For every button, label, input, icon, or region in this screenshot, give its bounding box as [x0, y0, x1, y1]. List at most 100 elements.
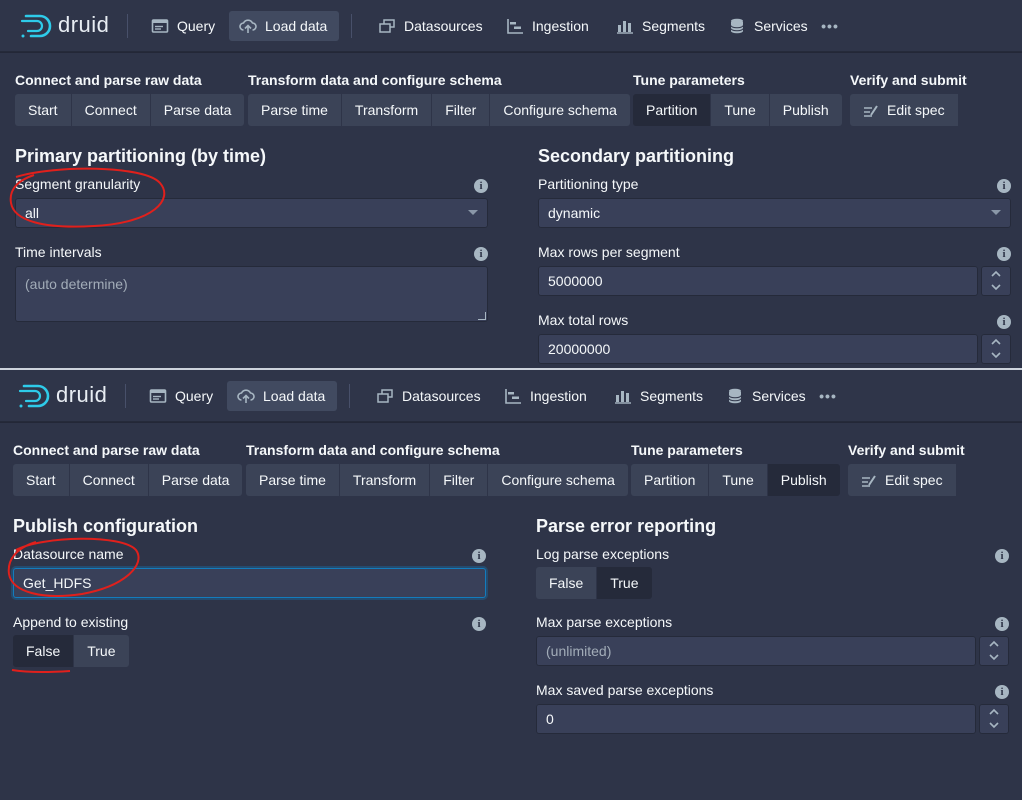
- step-transform[interactable]: Transform: [341, 94, 433, 126]
- nav-datasources[interactable]: Datasources: [368, 11, 493, 41]
- step-edit-spec[interactable]: Edit spec: [848, 464, 956, 496]
- number-stepper[interactable]: [979, 636, 1009, 666]
- step-publish[interactable]: Publish: [767, 464, 840, 496]
- number-stepper[interactable]: [979, 704, 1009, 734]
- step-parse-data[interactable]: Parse data: [148, 464, 243, 496]
- step-filter[interactable]: Filter: [432, 94, 491, 126]
- nav-ingestion-label: Ingestion: [530, 388, 587, 404]
- edit-spec-label: Edit spec: [885, 472, 943, 488]
- time-intervals-textarea[interactable]: (auto determine): [15, 266, 488, 322]
- number-stepper[interactable]: [981, 334, 1011, 364]
- druid-logo-icon: [20, 14, 52, 38]
- append-false-button[interactable]: False: [13, 635, 75, 667]
- info-icon[interactable]: i: [472, 617, 486, 631]
- info-icon[interactable]: i: [995, 617, 1009, 631]
- chevron-up-icon[interactable]: [988, 638, 1000, 650]
- step-tune[interactable]: Tune: [709, 464, 768, 496]
- chevron-up-icon[interactable]: [990, 336, 1002, 348]
- info-icon[interactable]: i: [995, 685, 1009, 699]
- stacked-chart-icon: [615, 391, 631, 404]
- max-parse-exceptions-input[interactable]: (unlimited): [536, 636, 976, 666]
- step-configure-schema[interactable]: Configure schema: [488, 464, 628, 496]
- step-group-tune: Tune parameters Partition Tune Publish: [631, 442, 840, 496]
- nav-ingestion[interactable]: Ingestion: [494, 381, 597, 411]
- step-connect[interactable]: Connect: [71, 94, 151, 126]
- step-group-label: Transform data and configure schema: [248, 72, 502, 88]
- logo-text: druid: [56, 382, 108, 407]
- druid-logo[interactable]: druid: [20, 12, 112, 40]
- nav-load-data-label: Load data: [263, 388, 326, 404]
- step-group-tune: Tune parameters Partition Tune Publish: [633, 72, 842, 126]
- step-group-label: Connect and parse raw data: [13, 442, 200, 458]
- info-icon[interactable]: i: [997, 247, 1011, 261]
- step-filter[interactable]: Filter: [430, 464, 489, 496]
- step-start[interactable]: Start: [13, 464, 70, 496]
- chevron-down-icon[interactable]: [990, 281, 1002, 293]
- step-group-connect: Connect and parse raw data Start Connect…: [15, 72, 245, 126]
- log-parse-false-button[interactable]: False: [536, 567, 598, 599]
- info-icon[interactable]: i: [472, 549, 486, 563]
- nav-ingestion[interactable]: Ingestion: [496, 11, 599, 41]
- max-saved-parse-exceptions-input[interactable]: 0: [536, 704, 976, 734]
- nav-services[interactable]: Services: [718, 11, 818, 41]
- chevron-up-icon[interactable]: [988, 706, 1000, 718]
- secondary-partitioning-title: Secondary partitioning: [538, 146, 735, 166]
- nav-load-data[interactable]: Load data: [229, 11, 339, 41]
- datasource-name-input[interactable]: Get_HDFS: [13, 568, 486, 598]
- step-start[interactable]: Start: [15, 94, 72, 126]
- nav-services[interactable]: Services: [716, 381, 816, 411]
- nav-segments[interactable]: Segments: [606, 11, 715, 41]
- step-parse-time[interactable]: Parse time: [246, 464, 340, 496]
- step-parse-data[interactable]: Parse data: [150, 94, 245, 126]
- segment-granularity-select[interactable]: all: [15, 198, 488, 228]
- step-parse-time[interactable]: Parse time: [248, 94, 342, 126]
- chevron-down-icon[interactable]: [988, 651, 1000, 663]
- caret-down-icon: [991, 210, 1001, 215]
- step-configure-schema[interactable]: Configure schema: [490, 94, 630, 126]
- info-icon[interactable]: i: [474, 179, 488, 193]
- nav-datasources[interactable]: Datasources: [366, 381, 491, 411]
- nav-query[interactable]: Query: [139, 381, 223, 411]
- step-group-verify: Verify and submit Edit spec: [850, 72, 967, 126]
- step-tune[interactable]: Tune: [711, 94, 770, 126]
- info-icon[interactable]: i: [997, 315, 1011, 329]
- druid-logo[interactable]: druid: [18, 382, 110, 410]
- log-parse-true-button[interactable]: True: [597, 567, 652, 599]
- nav-divider: [125, 384, 126, 408]
- log-parse-exceptions-toggle: False True: [536, 567, 652, 599]
- info-icon[interactable]: i: [997, 179, 1011, 193]
- nav-query-label: Query: [177, 18, 216, 34]
- partition-screenshot: druid Query Load data Datasources Ingest…: [0, 0, 1022, 368]
- nav-query[interactable]: Query: [141, 11, 225, 41]
- info-icon[interactable]: i: [995, 549, 1009, 563]
- top-navbar: druid Query Load data Datasources Ingest…: [0, 0, 1022, 52]
- step-partition[interactable]: Partition: [633, 94, 712, 126]
- max-rows-per-segment-input[interactable]: 5000000: [538, 266, 978, 296]
- nav-load-data[interactable]: Load data: [227, 381, 337, 411]
- number-stepper[interactable]: [981, 266, 1011, 296]
- chevron-down-icon[interactable]: [988, 719, 1000, 731]
- chevron-down-icon[interactable]: [990, 349, 1002, 361]
- append-true-button[interactable]: True: [74, 635, 129, 667]
- segment-granularity-value: all: [25, 205, 40, 221]
- nav-datasources-label: Datasources: [402, 388, 481, 404]
- nav-ingestion-label: Ingestion: [532, 18, 589, 34]
- step-publish[interactable]: Publish: [769, 94, 842, 126]
- more-icon: •••: [821, 18, 839, 34]
- step-edit-spec[interactable]: Edit spec: [850, 94, 958, 126]
- step-group-transform: Transform data and configure schema Pars…: [246, 442, 628, 496]
- resize-handle-icon[interactable]: [478, 312, 486, 320]
- max-total-rows-input[interactable]: 20000000: [538, 334, 978, 364]
- more-menu-button[interactable]: •••: [814, 381, 842, 411]
- more-menu-button[interactable]: •••: [816, 11, 844, 41]
- info-icon[interactable]: i: [474, 247, 488, 261]
- nav-segments[interactable]: Segments: [604, 381, 713, 411]
- partitioning-type-select[interactable]: dynamic: [538, 198, 1011, 228]
- step-connect[interactable]: Connect: [69, 464, 149, 496]
- logo-text: druid: [58, 12, 110, 37]
- database-icon: [730, 18, 744, 34]
- step-transform[interactable]: Transform: [339, 464, 431, 496]
- red-underline-annotation: [11, 669, 71, 673]
- step-partition[interactable]: Partition: [631, 464, 710, 496]
- chevron-up-icon[interactable]: [990, 268, 1002, 280]
